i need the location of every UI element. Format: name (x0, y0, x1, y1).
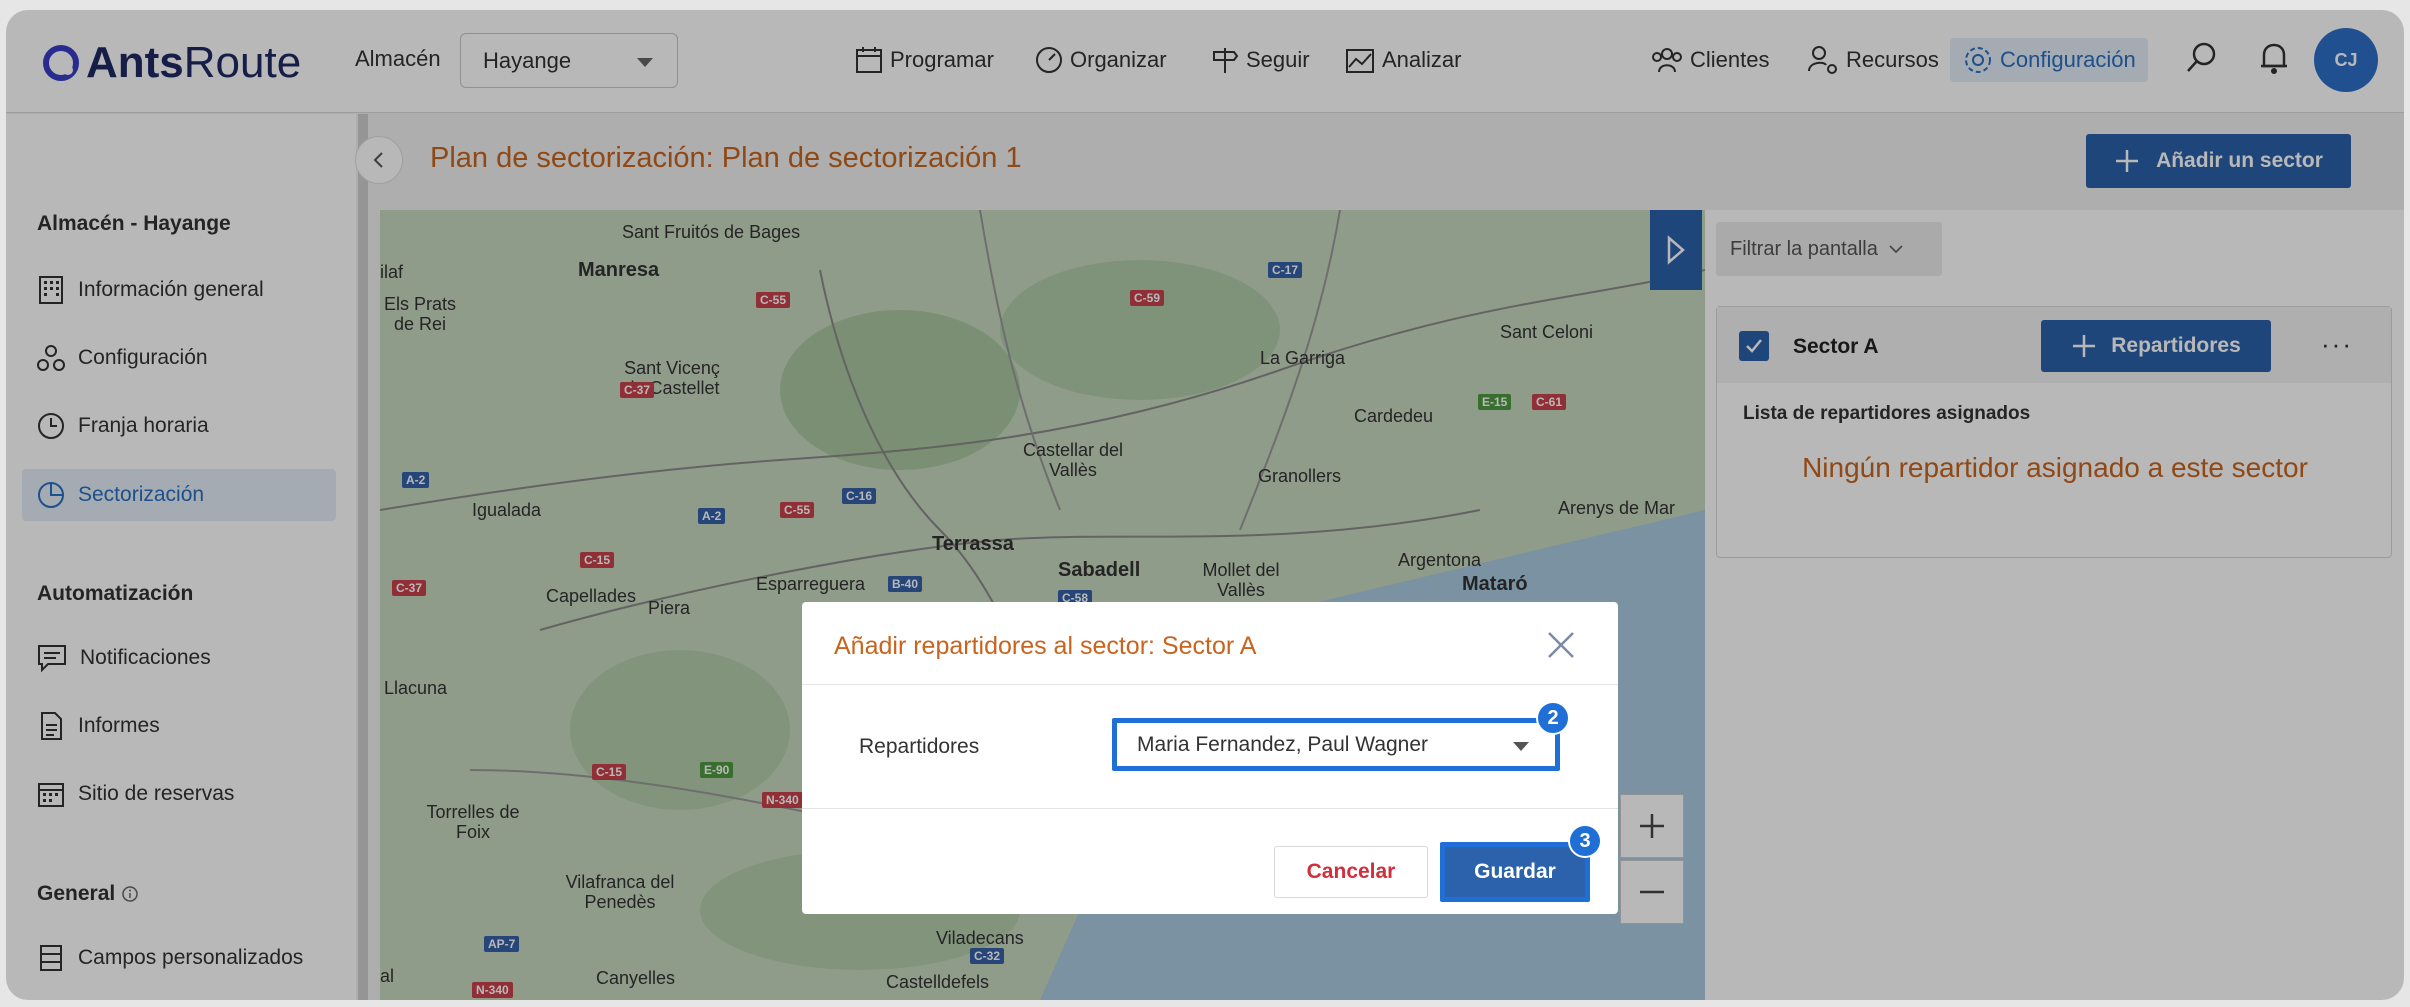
save-button[interactable]: Guardar (1440, 842, 1590, 902)
drivers-select[interactable]: Maria Fernandez, Paul Wagner (1112, 718, 1560, 771)
drivers-select-value: Maria Fernandez, Paul Wagner (1137, 732, 1429, 756)
modal-divider (802, 808, 1618, 809)
step-badge: 2 (1536, 701, 1570, 735)
cancel-button[interactable]: Cancelar (1274, 846, 1428, 898)
app-window: Ants Route Almacén Hayange Programar Orga… (6, 10, 2404, 1000)
step-badge: 3 (1568, 824, 1602, 858)
drivers-field-label: Repartidores (859, 735, 980, 758)
add-drivers-modal: Añadir repartidores al sector: Sector A … (802, 602, 1618, 914)
close-icon[interactable] (1546, 630, 1576, 665)
caret-down-icon (1513, 742, 1529, 751)
modal-divider (802, 684, 1618, 685)
modal-title: Añadir repartidores al sector: Sector A (834, 632, 1257, 660)
